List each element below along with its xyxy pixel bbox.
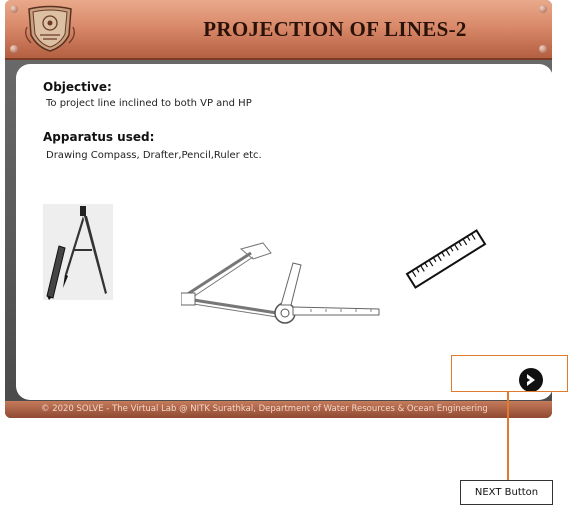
bolt-icon	[539, 5, 547, 13]
institute-emblem-icon	[25, 5, 75, 52]
footer-bar: © 2020 SOLVE - The Virtual Lab @ NITK Su…	[5, 401, 552, 418]
drafter-icon	[181, 242, 380, 324]
callout-label: NEXT Button	[460, 480, 553, 505]
content-panel: Objective: To project line inclined to b…	[16, 64, 553, 400]
footer-copyright: © 2020 SOLVE - The Virtual Lab @ NITK Su…	[41, 404, 488, 414]
callout-connector	[507, 392, 509, 480]
bolt-icon	[10, 45, 18, 53]
next-button-highlight	[451, 355, 568, 392]
ruler-icon	[405, 229, 487, 289]
apparatus-heading: Apparatus used:	[43, 130, 155, 144]
header-bar: PROJECTION OF LINES-2	[5, 0, 552, 60]
page-title: PROJECTION OF LINES-2	[203, 17, 467, 41]
apparatus-text: Drawing Compass, Drafter,Pencil,Ruler et…	[46, 150, 262, 161]
objective-text: To project line inclined to both VP and …	[46, 98, 252, 109]
bolt-icon	[10, 5, 18, 13]
bolt-icon	[539, 45, 547, 53]
compass-and-pencil-icon	[43, 204, 113, 300]
objective-heading: Objective:	[43, 80, 112, 94]
